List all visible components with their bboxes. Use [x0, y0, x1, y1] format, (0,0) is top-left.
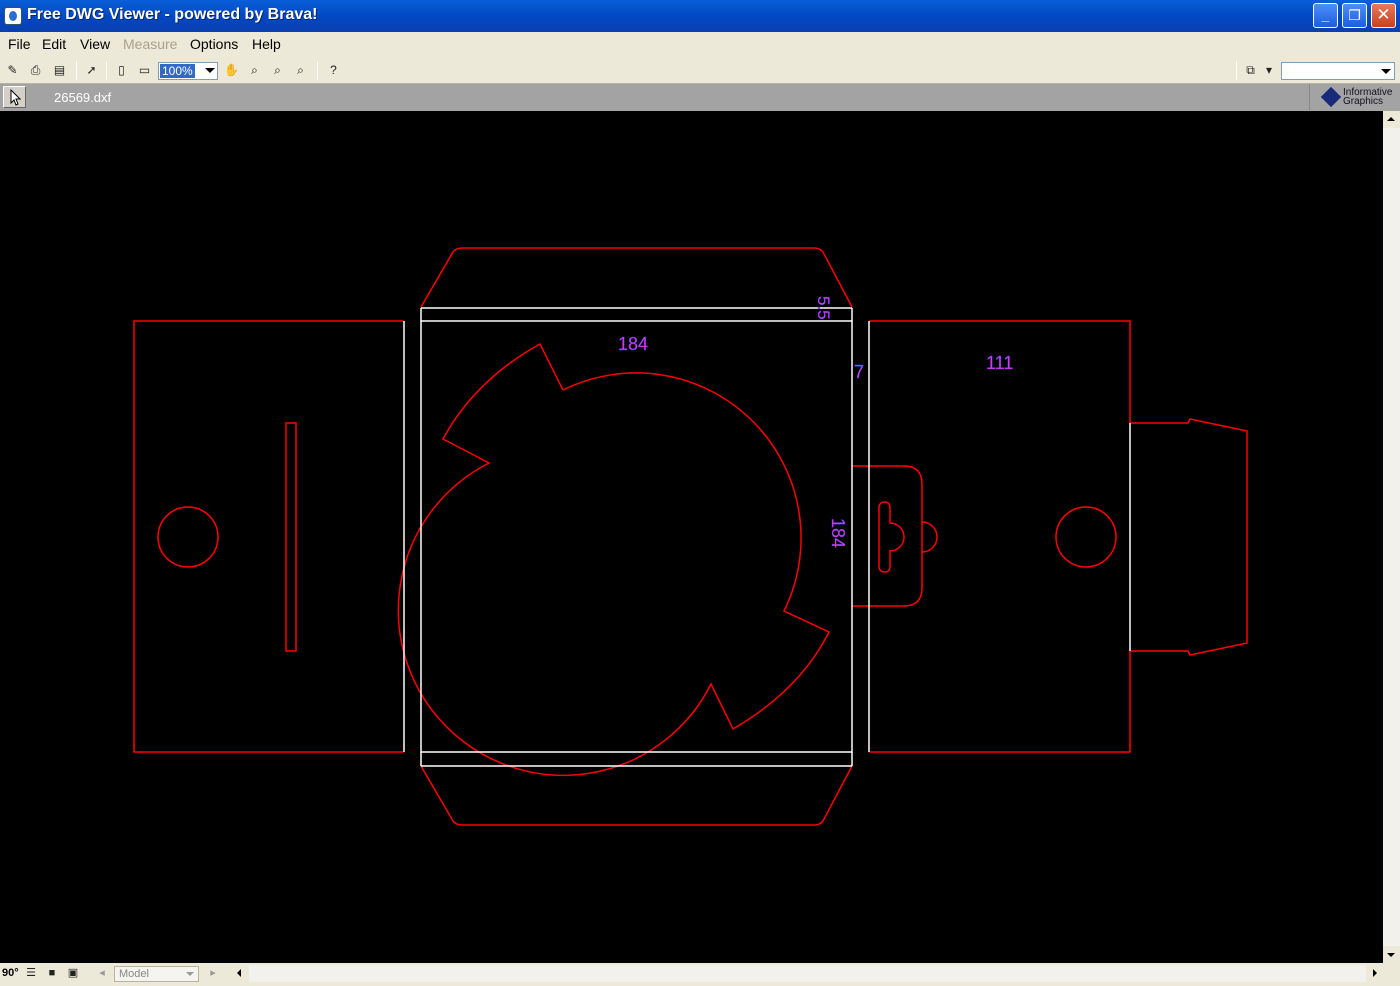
title-bar: Free DWG Viewer - powered by Brava! _ ❐ … — [0, 0, 1400, 32]
toolbar: ✎ ⎙ ▤ ➚ ▯ ▭ 100% ✋ ⌕ ⌕ ⌕ ? ⧉ ▾ — [0, 57, 1400, 84]
left-panel-outline — [133, 320, 404, 753]
scroll-right-button[interactable] — [1366, 965, 1383, 982]
layout-select[interactable]: Model — [114, 966, 199, 982]
document-tab-bar: 26569.dxf Informative Graphics — [0, 84, 1400, 111]
bottom-bar: 90° ☰ ■ ▣ ◂ Model ▸ — [0, 963, 1400, 986]
help-icon[interactable]: ? — [325, 62, 342, 79]
minimize-icon: _ — [1321, 7, 1330, 23]
fit-width-icon[interactable]: ▭ — [136, 62, 153, 79]
brand-cube-icon — [1320, 86, 1342, 108]
window-title: Free DWG Viewer - powered by Brava! — [27, 6, 318, 23]
menu-view[interactable]: View — [80, 36, 110, 52]
brand-logo: Informative Graphics — [1309, 84, 1400, 111]
document-filename[interactable]: 26569.dxf — [54, 90, 111, 105]
cursor-arrow-icon — [10, 88, 22, 106]
vertical-scrollbar[interactable] — [1383, 111, 1400, 963]
scroll-left-button[interactable] — [232, 965, 249, 982]
black-background-icon[interactable]: ■ — [45, 967, 59, 980]
brand-line-2: Graphics — [1343, 96, 1384, 107]
print-icon[interactable]: ⎙ — [27, 62, 44, 79]
menu-edit[interactable]: Edit — [42, 36, 66, 52]
cad-drawing: 184 5.5 7 111 184 — [133, 247, 1248, 826]
bottom-flap-outline — [420, 765, 853, 826]
right-hole — [1055, 506, 1117, 568]
hang-tab — [852, 465, 923, 607]
dimension-7: 7 — [854, 362, 864, 382]
close-icon: ✕ — [1376, 5, 1391, 24]
monitor-icon[interactable]: ▣ — [66, 967, 80, 980]
menu-measure[interactable]: Measure — [123, 36, 177, 52]
edit-icon[interactable]: ✎ — [4, 62, 21, 79]
scroll-up-button[interactable] — [1383, 111, 1400, 128]
layers-dropdown-arrow[interactable]: ▾ — [1264, 62, 1274, 79]
close-button[interactable]: ✕ — [1371, 3, 1396, 28]
app-icon[interactable] — [4, 7, 22, 25]
dimension-5-5: 5.5 — [814, 296, 833, 320]
layout-select-value: Model — [119, 968, 149, 980]
view-combo[interactable] — [1281, 62, 1395, 80]
horizontal-scrollbar[interactable] — [232, 965, 1383, 982]
top-flap-outline — [420, 247, 853, 308]
layers-icon[interactable]: ⧉ — [1242, 62, 1259, 79]
pointer-tool-button[interactable] — [3, 86, 26, 108]
toolbar-separator — [317, 61, 318, 80]
pan-hand-icon[interactable]: ✋ — [223, 62, 240, 79]
hang-tab-slot — [878, 501, 905, 573]
maximize-icon: ❐ — [1348, 7, 1361, 23]
dimension-111: 111 — [986, 353, 1013, 373]
menu-options[interactable]: Options — [190, 36, 238, 52]
maximize-button[interactable]: ❐ — [1342, 3, 1367, 28]
window-cutout — [397, 342, 831, 777]
left-slot — [285, 422, 297, 652]
zoom-combo[interactable]: 100% — [158, 62, 218, 80]
zoom-extents-icon[interactable]: ⌕ — [269, 62, 286, 79]
rotation-button[interactable]: 90° — [2, 967, 19, 979]
select-arrow-icon[interactable]: ➚ — [83, 62, 100, 79]
hang-tab-notch — [921, 521, 938, 553]
zoom-window-icon[interactable]: ⌕ — [246, 62, 263, 79]
toolbar-separator — [1236, 61, 1237, 80]
layers-list-icon[interactable]: ☰ — [24, 967, 38, 980]
zoom-value: 100% — [160, 64, 195, 78]
next-layout-icon[interactable]: ▸ — [206, 967, 220, 980]
chevron-down-icon — [1381, 69, 1391, 74]
toolbar-separator — [76, 61, 77, 80]
toolbar-separator — [106, 61, 107, 80]
menu-file[interactable]: File — [8, 36, 31, 52]
right-panel-outline — [869, 320, 1131, 753]
left-hole — [157, 506, 219, 568]
menu-bar: File Edit View Measure Options Help — [0, 32, 1400, 57]
chevron-down-icon — [205, 68, 215, 73]
page-icon[interactable]: ▯ — [113, 62, 130, 79]
drawing-canvas[interactable]: 184 5.5 7 111 184 — [0, 111, 1383, 963]
previous-layout-icon[interactable]: ◂ — [95, 967, 109, 980]
minimize-button[interactable]: _ — [1313, 3, 1338, 28]
dimension-184-top: 184 — [618, 334, 648, 354]
chevron-down-icon — [186, 972, 194, 976]
dimension-184-side: 184 — [828, 518, 848, 548]
menu-help[interactable]: Help — [252, 36, 281, 52]
right-tuck-tab — [1130, 418, 1248, 656]
scroll-down-button[interactable] — [1383, 946, 1400, 963]
print-preview-icon[interactable]: ▤ — [51, 62, 68, 79]
zoom-out-icon[interactable]: ⌕ — [292, 62, 309, 79]
